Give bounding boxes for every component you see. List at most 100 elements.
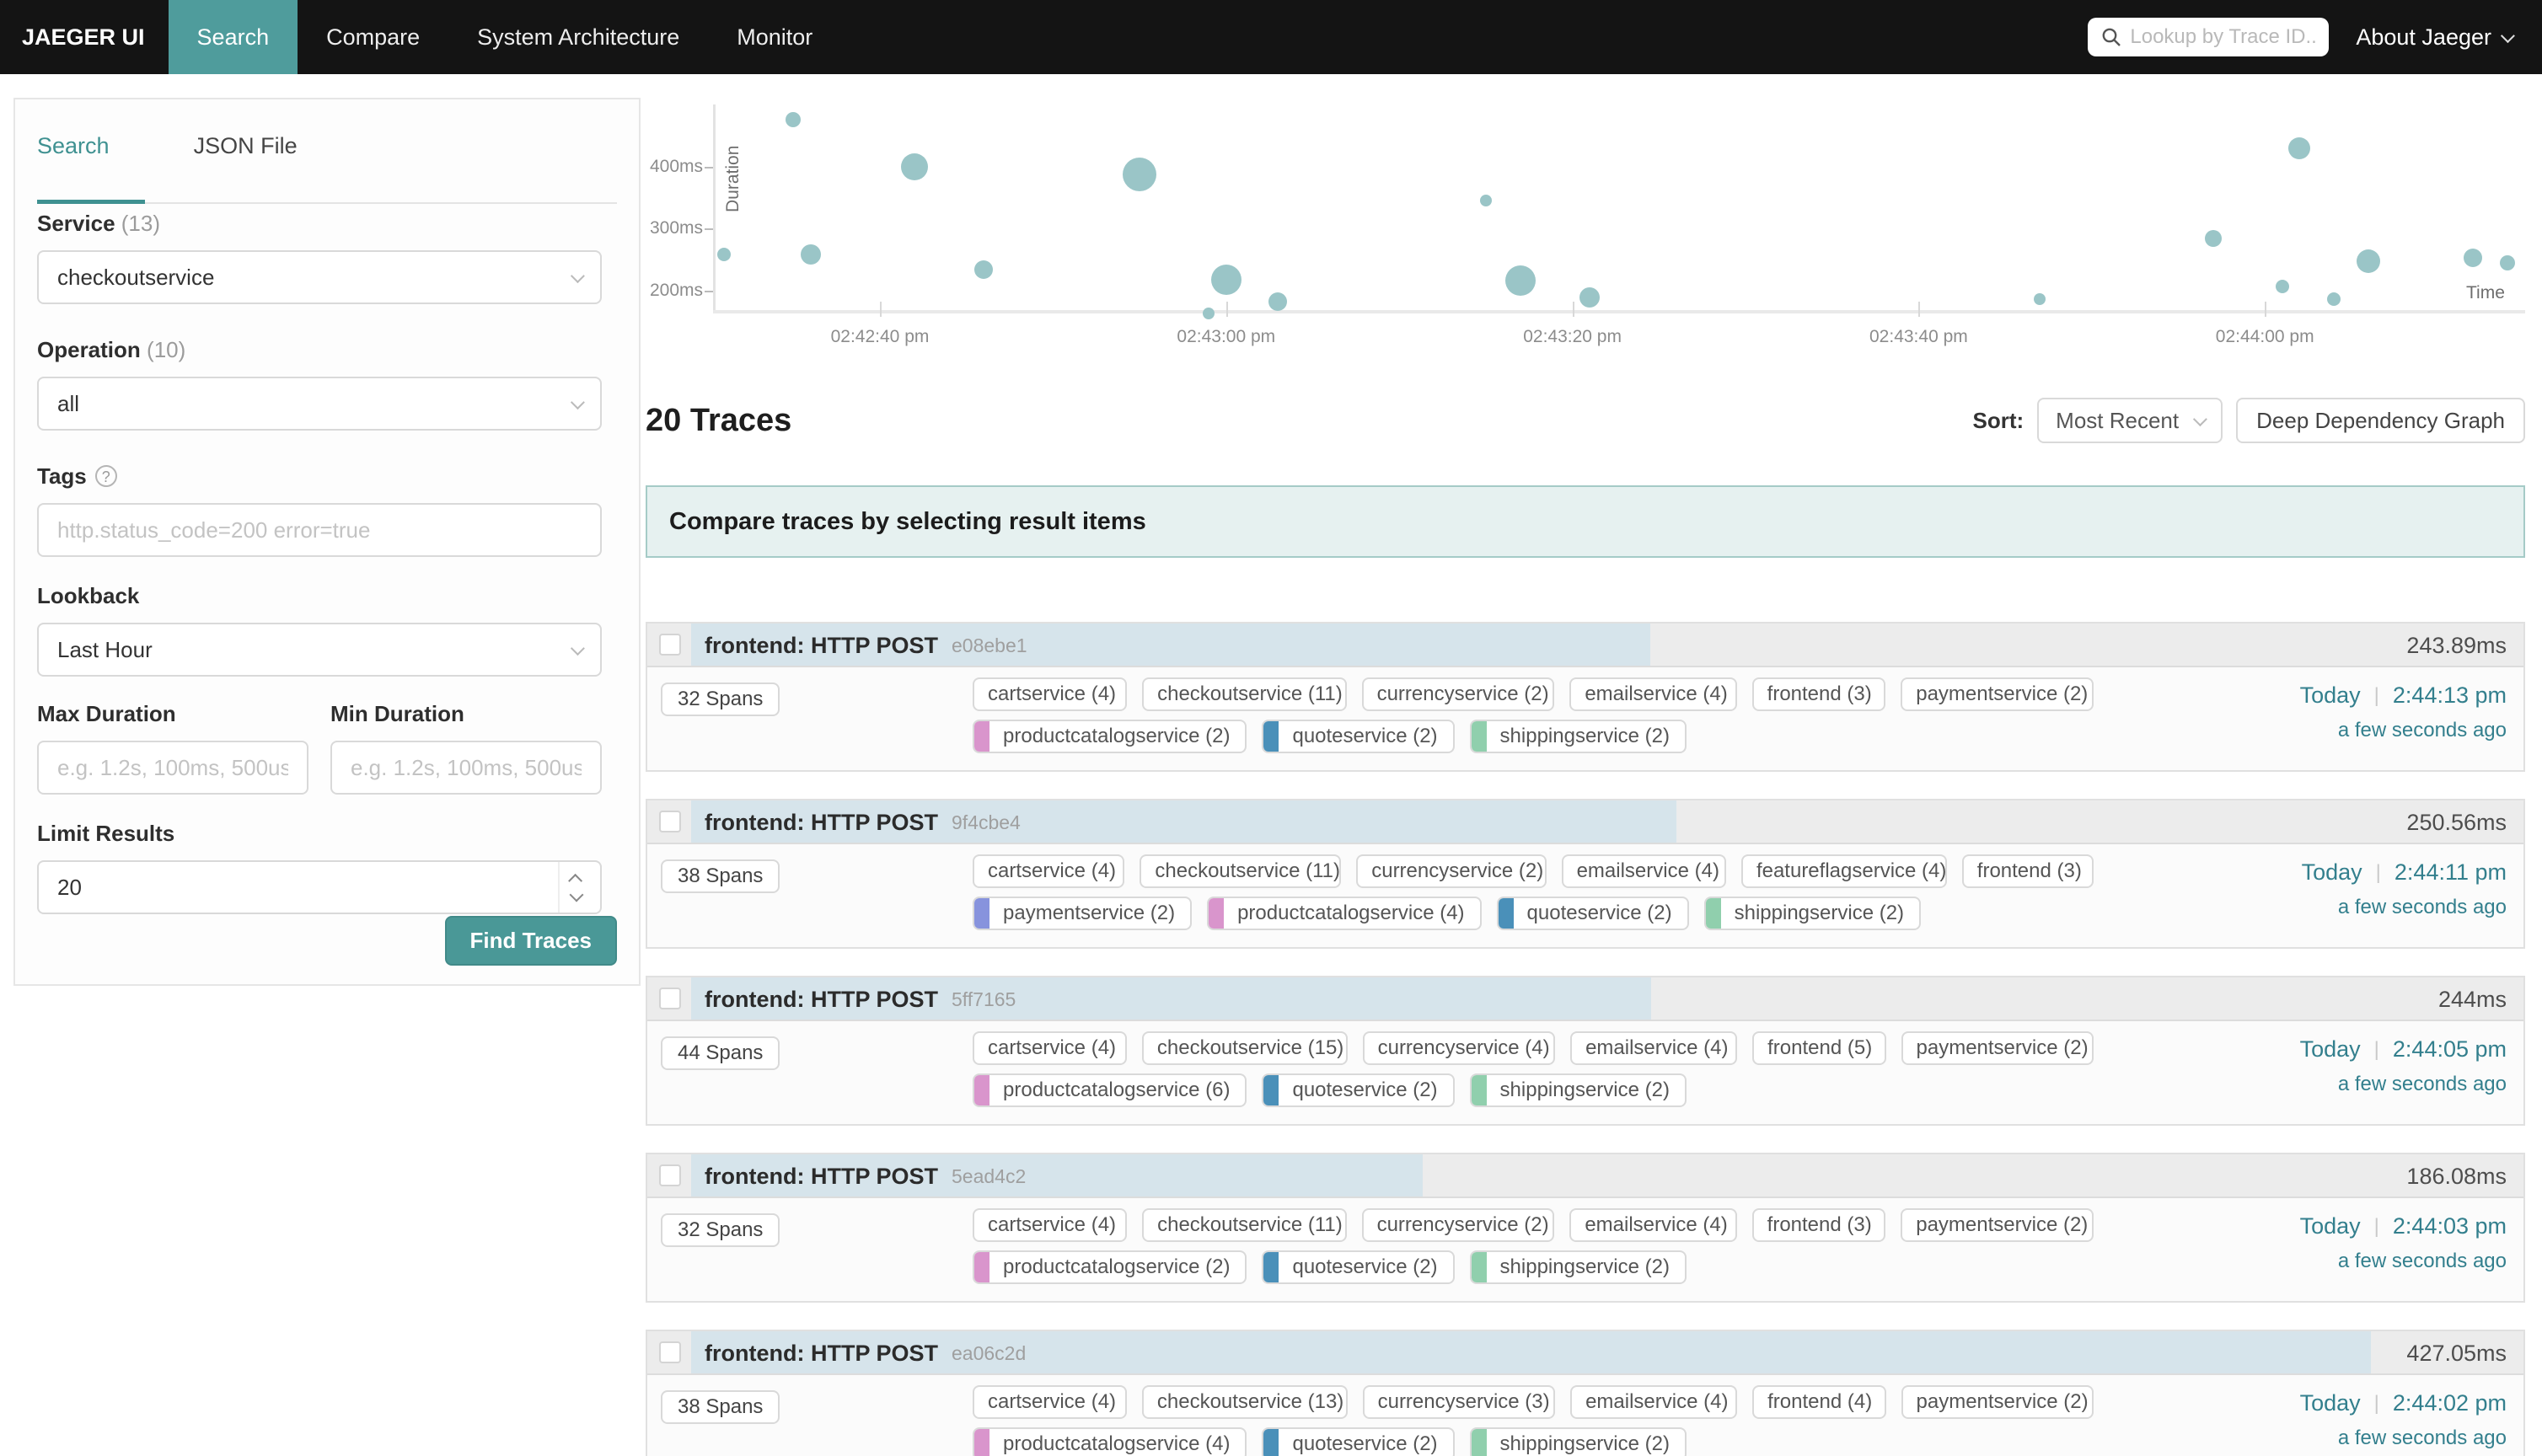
scatter-bubble[interactable] xyxy=(786,112,801,127)
nav-tabs: SearchCompareSystem ArchitectureMonitor xyxy=(169,0,842,74)
scatter-bubble[interactable] xyxy=(2327,292,2341,306)
trace-row-header[interactable]: frontend: HTTP POSTea06c2d427.05ms xyxy=(647,1331,2523,1375)
top-nav: JAEGER UI SearchCompareSystem Architectu… xyxy=(0,0,2542,74)
nav-tab-system-architecture[interactable]: System Architecture xyxy=(448,0,708,74)
service-tag-pill: shippingservice (2) xyxy=(1470,1250,1687,1284)
y-tick-label: 300ms xyxy=(646,218,703,238)
service-tag-pill: checkoutservice (11) xyxy=(1142,677,1346,711)
service-tag-line: productcatalogservice (4)quoteservice (2… xyxy=(973,1427,2094,1456)
trace-time: 2:44:03 pm xyxy=(2393,1213,2507,1239)
trace-row-header[interactable]: frontend: HTTP POST5ead4c2 186.08ms xyxy=(647,1154,2523,1198)
trace-select-checkbox[interactable] xyxy=(659,988,681,1009)
trace-select-checkbox[interactable] xyxy=(659,1341,681,1363)
separator: | xyxy=(2374,1392,2379,1416)
find-traces-button[interactable]: Find Traces xyxy=(445,916,618,966)
scatter-bubble[interactable] xyxy=(2500,255,2515,270)
about-jaeger-menu[interactable]: About Jaeger xyxy=(2356,24,2512,51)
search-icon xyxy=(2101,27,2121,47)
tab-search[interactable]: Search xyxy=(37,133,110,159)
span-count-badge[interactable]: 32 Spans xyxy=(661,682,780,716)
max-duration-input[interactable] xyxy=(57,755,288,781)
scatter-bubble[interactable] xyxy=(801,244,821,265)
trace-select-checkbox[interactable] xyxy=(659,634,681,656)
span-count-badge[interactable]: 44 Spans xyxy=(661,1036,780,1070)
trace-title[interactable]: frontend: HTTP POST5ead4c2 xyxy=(705,1154,1026,1198)
scatter-bubble[interactable] xyxy=(2357,249,2380,273)
service-tag-pill: checkoutservice (11) xyxy=(1142,1208,1346,1242)
trace-row-header[interactable]: frontend: HTTP POSTe08ebe1243.89ms xyxy=(647,624,2523,667)
span-count-badge[interactable]: 38 Spans xyxy=(661,1390,780,1424)
trace-row-header[interactable]: frontend: HTTP POST9f4cbe4250.56ms xyxy=(647,800,2523,844)
service-tag-label: checkoutservice (15) xyxy=(1144,1036,1348,1060)
min-duration-input[interactable] xyxy=(351,755,582,781)
y-tick-mark xyxy=(705,291,713,292)
trace-time: 2:44:11 pm xyxy=(2395,859,2507,886)
nav-tab-monitor[interactable]: Monitor xyxy=(708,0,841,74)
trace-title[interactable]: frontend: HTTP POSTea06c2d xyxy=(705,1331,1026,1375)
scatter-bubble[interactable] xyxy=(974,260,993,279)
trace-title[interactable]: frontend: HTTP POSTe08ebe1 xyxy=(705,624,1027,667)
scatter-bubble[interactable] xyxy=(2288,137,2310,159)
service-color-chip xyxy=(1472,1252,1487,1282)
scatter-bubble[interactable] xyxy=(717,248,731,261)
trace-select-checkbox[interactable] xyxy=(659,1164,681,1186)
service-tag-label: cartservice (4) xyxy=(974,1390,1127,1414)
service-select[interactable]: checkoutservice xyxy=(37,250,602,304)
span-count-badge[interactable]: 32 Spans xyxy=(661,1213,780,1247)
trace-timestamp: Today|2:44:11 pma few seconds ago xyxy=(2302,859,2507,919)
trace-title[interactable]: frontend: HTTP POST9f4cbe4 xyxy=(705,800,1021,844)
service-tag-pill: currencyservice (2) xyxy=(1356,854,1546,888)
tab-json-file[interactable]: JSON File xyxy=(194,133,298,159)
service-tag-pill: currencyservice (3) xyxy=(1363,1385,1555,1419)
number-stepper[interactable] xyxy=(558,862,582,913)
service-tag-label: quoteservice (2) xyxy=(1279,1255,1452,1279)
scatter-bubble[interactable] xyxy=(1480,195,1492,206)
trace-duration: 186.08ms xyxy=(2406,1154,2507,1198)
service-tag-label: shippingservice (2) xyxy=(1487,1255,1685,1279)
service-tag-line: productcatalogservice (2) quoteservice (2… xyxy=(973,1250,2094,1284)
chevron-down-icon xyxy=(571,395,585,410)
trace-row-body: 38 Spanscartservice (4)checkoutservice (… xyxy=(647,1375,2523,1456)
service-tag-pill: cartservice (4) xyxy=(973,677,1127,711)
trace-title[interactable]: frontend: HTTP POST5ff7165 xyxy=(705,977,1016,1021)
service-tag-label: emailservice (4) xyxy=(1571,1213,1736,1237)
service-color-chip xyxy=(1472,1075,1487,1105)
scatter-bubble[interactable] xyxy=(901,153,928,180)
service-tag-label: emailservice (4) xyxy=(1572,1390,1737,1414)
scatter-bubble[interactable] xyxy=(2205,230,2222,247)
trace-select-checkbox[interactable] xyxy=(659,811,681,832)
scatter-bubble[interactable] xyxy=(1268,292,1287,311)
service-tag-pill: productcatalogservice (2) xyxy=(973,1250,1247,1284)
deep-dependency-graph-button[interactable]: Deep Dependency Graph xyxy=(2236,398,2525,443)
trace-row: frontend: HTTP POST5ff7165244ms 44 Spans c… xyxy=(646,976,2525,1126)
service-tag-pill: paymentservice (2) xyxy=(973,897,1192,930)
nav-tab-compare[interactable]: Compare xyxy=(298,0,448,74)
trace-lookup-input[interactable] xyxy=(2130,25,2319,49)
scatter-bubble[interactable] xyxy=(1211,265,1242,295)
service-tag-label: quoteservice (2) xyxy=(1279,725,1452,748)
scatter-bubble[interactable] xyxy=(2464,249,2482,267)
scatter-bubble[interactable] xyxy=(2034,293,2046,305)
service-tag-pill: checkoutservice (11) xyxy=(1140,854,1341,888)
service-tag-label: emailservice (4) xyxy=(1571,682,1736,706)
scatter-bubble[interactable] xyxy=(1505,265,1536,296)
scatter-bubble[interactable] xyxy=(1203,308,1215,319)
scatter-bubble[interactable] xyxy=(1123,158,1156,191)
trace-lookup-box[interactable] xyxy=(2088,18,2329,56)
scatter-bubble[interactable] xyxy=(2276,280,2289,293)
sort-select[interactable]: Most Recent xyxy=(2037,398,2223,443)
tags-input[interactable] xyxy=(57,517,582,543)
service-tag-label: emailservice (4) xyxy=(1572,1036,1737,1060)
trace-row-header[interactable]: frontend: HTTP POST5ff7165244ms xyxy=(647,977,2523,1021)
scatter-bubble[interactable] xyxy=(1579,287,1600,308)
nav-tab-search[interactable]: Search xyxy=(169,0,298,74)
lookback-select[interactable]: Last Hour xyxy=(37,623,602,677)
lookback-label: Lookback xyxy=(37,583,602,609)
help-icon[interactable]: ? xyxy=(95,465,117,487)
trace-name: frontend: HTTP POST xyxy=(705,1164,938,1190)
limit-results-label: Limit Results xyxy=(37,821,602,847)
limit-results-input[interactable] xyxy=(57,875,529,901)
service-tag-label: paymentservice (2) xyxy=(989,902,1190,925)
operation-select[interactable]: all xyxy=(37,377,602,431)
span-count-badge[interactable]: 38 Spans xyxy=(661,859,780,893)
